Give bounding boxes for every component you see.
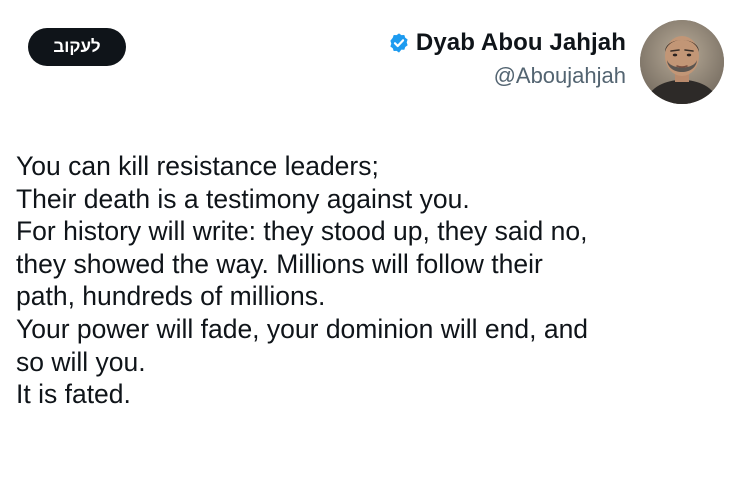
tweet-line: For history will write: they stood up, t…	[16, 216, 588, 247]
profile-photo-icon	[640, 20, 724, 104]
follow-button[interactable]: לעקוב	[28, 28, 126, 66]
tweet-line: path, hundreds of millions.	[16, 281, 326, 312]
tweet-line: Your power will fade, your dominion will…	[16, 313, 589, 344]
tweet-line: It is fated.	[16, 379, 131, 410]
tweet-card: לעקוב Dyab Abou Jahjah @Aboujahjah You c…	[0, 0, 740, 492]
tweet-line: so will you.	[16, 346, 146, 377]
author-display-name[interactable]: Dyab Abou Jahjah	[416, 29, 626, 57]
tweet-text: You can kill resistance leaders; Their d…	[16, 150, 726, 411]
tweet-line: You can kill resistance leaders;	[16, 151, 379, 181]
author-info: Dyab Abou Jahjah @Aboujahjah	[388, 29, 626, 89]
author-name-row: Dyab Abou Jahjah	[388, 29, 626, 57]
verified-badge-icon	[388, 32, 410, 54]
author-handle[interactable]: @Aboujahjah	[388, 63, 626, 89]
avatar[interactable]	[640, 20, 724, 104]
tweet-line: Their death is a testimony against you.	[16, 183, 470, 214]
tweet-line: they showed the way. Millions will follo…	[16, 248, 543, 279]
